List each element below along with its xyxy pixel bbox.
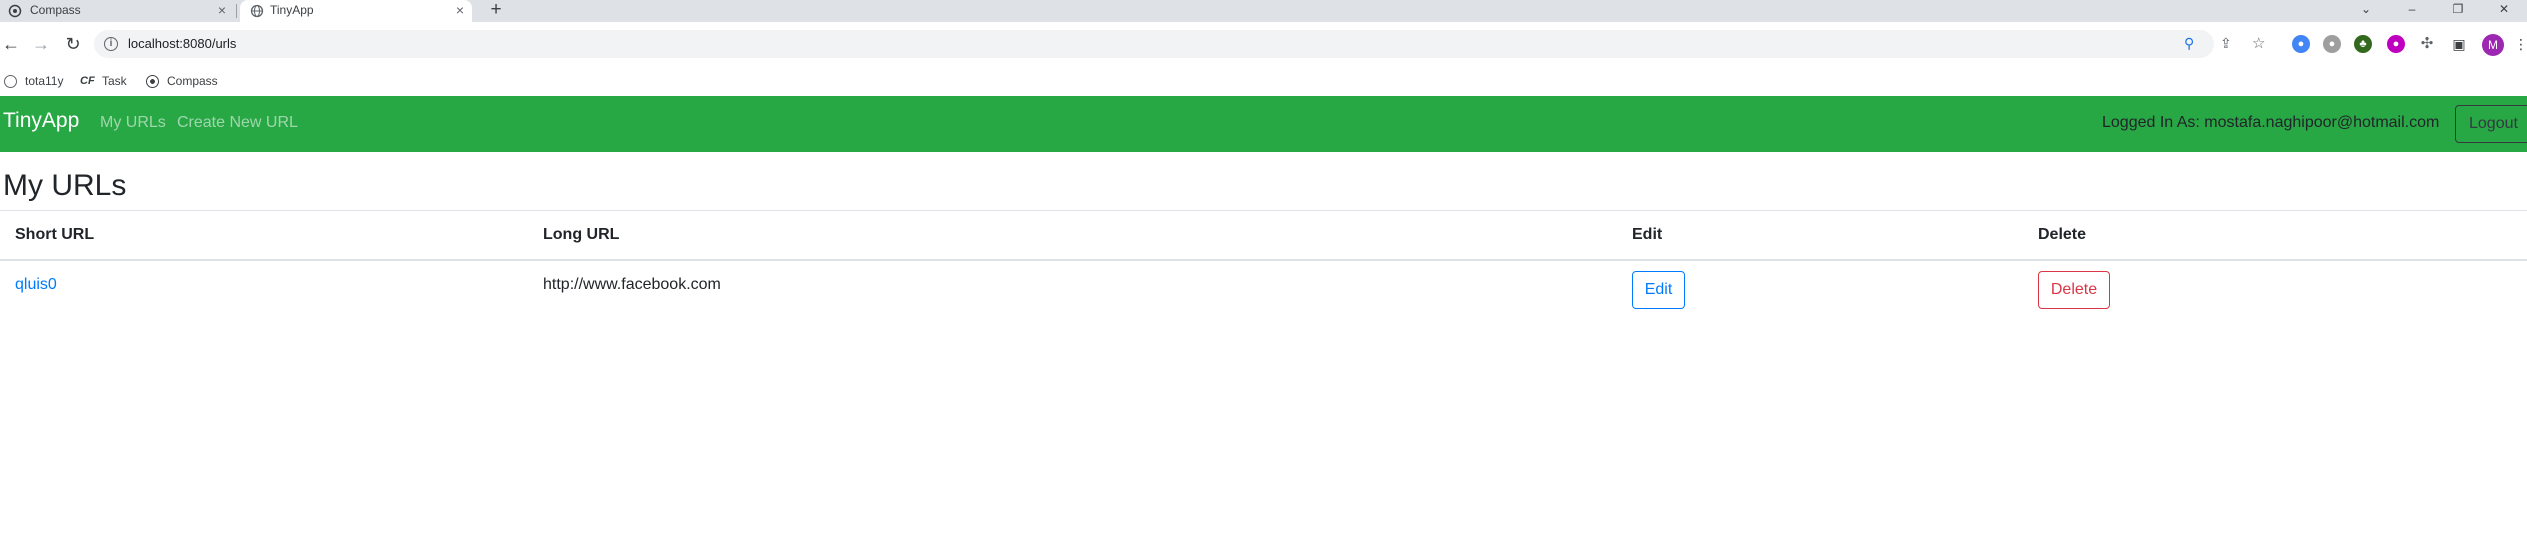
logged-in-status: Logged In As: mostafa.naghipoor@hotmail.… [2102,114,2440,131]
table-header-border [0,259,2527,261]
extensions-puzzle-icon[interactable]: ✣ [2418,35,2436,53]
browser-tab-strip: Compass × TinyApp × + ⌄ – ❐ ✕ [0,0,2527,22]
nav-link-create-new-url[interactable]: Create New URL [177,114,298,132]
address-url[interactable]: localhost:8080/urls [128,36,236,51]
extension-tree-icon[interactable]: ♣ [2354,35,2372,53]
long-url-text: http://www.facebook.com [543,276,721,293]
tab-tinyapp[interactable]: TinyApp × [240,0,472,22]
tab-title: Compass [30,3,81,17]
compass-icon [146,74,159,88]
bookmark-star-icon[interactable]: ☆ [2252,34,2265,52]
globe-icon [250,4,264,18]
minimize-icon[interactable]: – [2389,0,2435,22]
reload-icon[interactable]: ↻ [62,33,84,55]
column-header-edit: Edit [1632,226,1663,243]
forward-arrow-icon[interactable]: → [30,33,52,55]
delete-button[interactable]: Delete [2038,271,2110,309]
restore-icon[interactable]: ❐ [2435,0,2481,22]
bookmark-label: tota11y [25,74,64,88]
globe-icon [4,74,17,88]
profile-avatar[interactable]: M [2482,34,2504,56]
address-bar[interactable]: i localhost:8080/urls ⚲ [94,30,2214,58]
menu-kebab-icon[interactable]: ⋮ [2512,35,2527,53]
extension-gray-icon[interactable]: ● [2323,35,2341,53]
tab-divider [236,4,237,18]
side-panel-icon[interactable]: ▣ [2450,35,2468,53]
tab-title: TinyApp [270,3,314,17]
share-icon[interactable]: ⇪ [2220,35,2232,52]
bookmark-tota11y[interactable]: tota11y [4,74,63,88]
window-controls: ⌄ – ❐ ✕ [2343,0,2527,22]
browser-toolbar: ← → ↻ i localhost:8080/urls ⚲ ⇪ ☆ ● ● ♣ … [0,22,2527,68]
page-content: TinyApp My URLs Create New URL Logged In… [0,96,2527,553]
table-top-border [0,210,2527,211]
task-logo-icon: CF [80,74,95,87]
close-tab-icon[interactable]: × [456,2,464,18]
bookmark-label: Task [102,74,127,88]
column-header-short-url: Short URL [15,226,95,243]
close-window-icon[interactable]: ✕ [2481,0,2527,22]
compass-icon [8,4,22,18]
nav-link-my-urls[interactable]: My URLs [100,114,166,132]
back-arrow-icon[interactable]: ← [0,33,22,55]
navbar: TinyApp My URLs Create New URL Logged In… [0,96,2527,152]
extension-purple-icon[interactable]: ● [2387,35,2405,53]
edit-button[interactable]: Edit [1632,271,1685,309]
brand-logo[interactable]: TinyApp [3,109,79,133]
bookmark-compass[interactable]: Compass [146,74,218,88]
column-header-long-url: Long URL [543,226,620,243]
logout-button[interactable]: Logout [2455,105,2527,143]
page-title: My URLs [3,169,127,202]
bookmarks-bar: tota11y CF Task Compass [0,68,2527,96]
site-info-icon[interactable]: i [104,37,118,51]
short-url-link[interactable]: qluis0 [15,276,57,294]
search-lens-icon[interactable]: ⚲ [2184,35,2194,52]
column-header-delete: Delete [2038,226,2087,243]
close-tab-icon[interactable]: × [218,2,226,18]
tab-compass[interactable]: Compass × [0,0,234,22]
tab-search-icon[interactable]: ⌄ [2343,0,2389,22]
bookmark-task[interactable]: CF Task [80,74,127,88]
bookmark-label: Compass [167,74,218,88]
extension-color-icon[interactable]: ● [2292,35,2310,53]
new-tab-button[interactable]: + [486,0,506,22]
